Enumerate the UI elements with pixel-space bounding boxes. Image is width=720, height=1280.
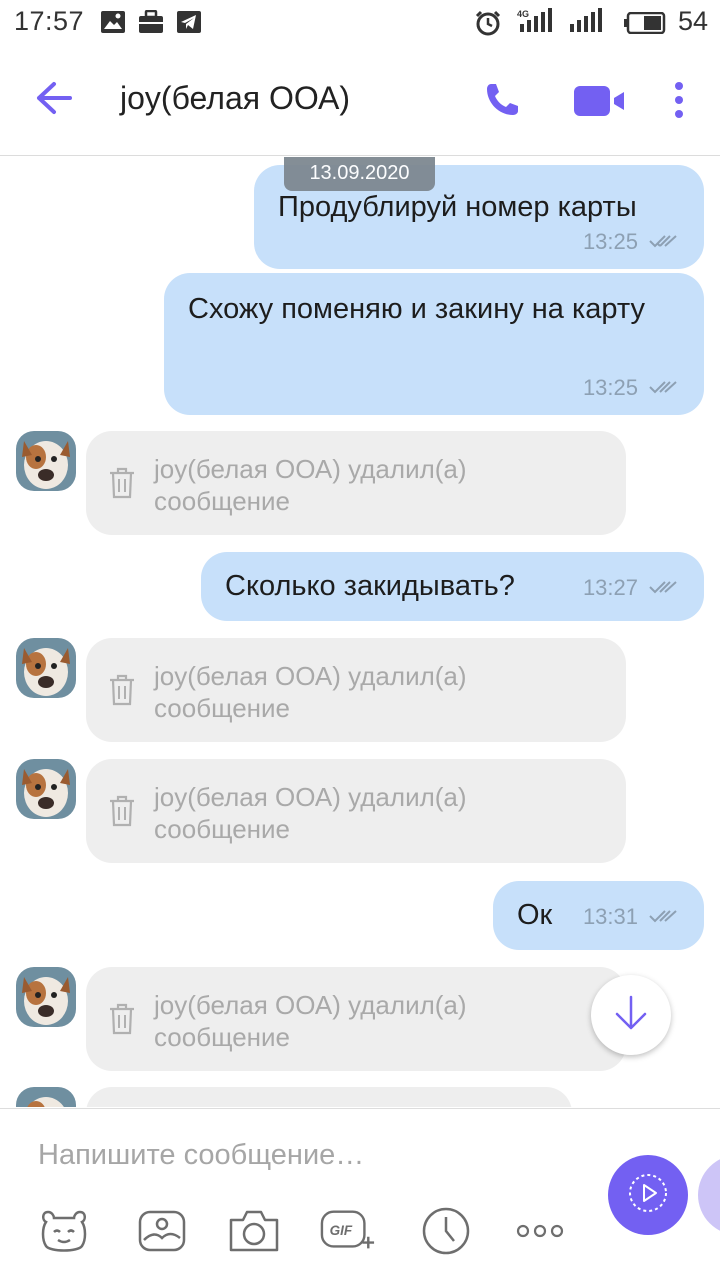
deleted-message[interactable]: joy(белая ООА) удалил(а) сообщение	[86, 759, 626, 863]
gif-icon[interactable]: GIF	[320, 1203, 376, 1259]
app-root: 17:57 4G 54 joy(белая ООА) 13.09.2020 Пр…	[0, 0, 720, 1280]
trash-icon	[108, 795, 136, 832]
message-meta: 13:25	[583, 375, 680, 401]
message-composer: Напишите сообщение… GIF	[0, 1108, 720, 1280]
message-time: 13:25	[582, 375, 638, 400]
deleted-message[interactable]: joy(белая ООА) удалил(а) сообщение	[86, 431, 626, 535]
deleted-text: joy(белая ООА) удалил(а) сообщение	[154, 661, 467, 723]
message-text: Схожу поменяю и закину на карту	[188, 293, 646, 325]
signal-icon: 4G	[514, 8, 556, 39]
timer-icon[interactable]	[418, 1203, 474, 1259]
more-vert-icon[interactable]	[672, 80, 686, 125]
scroll-down-button[interactable]	[591, 975, 671, 1055]
message-text: Ок	[517, 899, 553, 931]
send-video-button[interactable]	[608, 1155, 688, 1235]
deleted-message[interactable]: joy(белая ООА) удалил(а) сообщение	[86, 967, 626, 1071]
double-check-icon	[648, 229, 680, 255]
message-list[interactable]: 13.09.2020 Продублируй номер карты 13:25…	[0, 157, 720, 1107]
deleted-text: joy(белая ООА) удалил(а) сообщение	[154, 454, 467, 516]
briefcase-icon	[138, 9, 164, 39]
message-time: 13:31	[582, 904, 638, 929]
secondary-action-button[interactable]	[698, 1155, 720, 1235]
deleted-text: joy(белая ООА) удалил(а) сообщение	[154, 990, 467, 1052]
deleted-text: joy(белая ООА) удалил(а) сообщение	[154, 782, 467, 844]
outgoing-message[interactable]: Сколько закидывать? 13:27	[201, 552, 704, 621]
message-time: 13:25	[582, 229, 638, 254]
double-check-icon	[648, 575, 680, 601]
message-text: Сколько закидывать?	[225, 570, 515, 602]
avatar[interactable]	[16, 638, 76, 698]
svg-text:GIF: GIF	[330, 1223, 353, 1238]
status-time: 17:57	[14, 6, 85, 36]
double-check-icon	[648, 375, 680, 401]
network-type-label: 4G	[517, 9, 529, 19]
avatar[interactable]	[16, 1087, 76, 1107]
message-time: 13:27	[582, 575, 638, 600]
more-horiz-icon[interactable]	[512, 1203, 568, 1259]
message-meta: 13:27	[583, 575, 680, 601]
double-check-icon	[648, 904, 680, 930]
date-separator: 13.09.2020	[284, 157, 435, 191]
outgoing-message[interactable]: Схожу поменяю и закину на карту 13:25	[164, 273, 704, 415]
video-camera-icon[interactable]	[572, 84, 628, 123]
avatar[interactable]	[16, 967, 76, 1027]
message-input[interactable]: Напишите сообщение…	[38, 1139, 364, 1172]
trash-icon	[108, 1003, 136, 1040]
gallery-icon[interactable]	[134, 1203, 190, 1259]
send-video-icon	[626, 1171, 670, 1220]
avatar[interactable]	[16, 431, 76, 491]
phone-icon[interactable]	[482, 80, 522, 125]
message-meta: 13:25	[583, 229, 680, 255]
avatar[interactable]	[16, 759, 76, 819]
outgoing-message[interactable]: Ок 13:31	[493, 881, 704, 950]
deleted-message[interactable]: joy(белая ООА) удалил(а) сообщение	[86, 638, 626, 742]
telegram-icon	[176, 10, 202, 39]
status-bar: 17:57 4G 54	[0, 0, 720, 44]
image-icon	[100, 10, 126, 39]
battery-icon	[624, 11, 666, 39]
signal-icon-2	[566, 8, 608, 39]
trash-icon	[108, 674, 136, 711]
trash-icon	[108, 467, 136, 504]
back-arrow-icon[interactable]	[34, 80, 78, 120]
camera-icon[interactable]	[226, 1203, 282, 1259]
arrow-down-icon	[611, 993, 651, 1038]
message-meta: 13:31	[583, 904, 680, 930]
battery-level: 54	[677, 6, 708, 36]
sticker-icon[interactable]	[36, 1203, 92, 1259]
deleted-message[interactable]	[86, 1087, 572, 1107]
message-text: Продублируй номер карты	[278, 191, 637, 223]
chat-title[interactable]: joy(белая ООА)	[120, 80, 350, 117]
alarm-icon	[474, 10, 502, 41]
chat-header: joy(белая ООА)	[0, 44, 720, 156]
